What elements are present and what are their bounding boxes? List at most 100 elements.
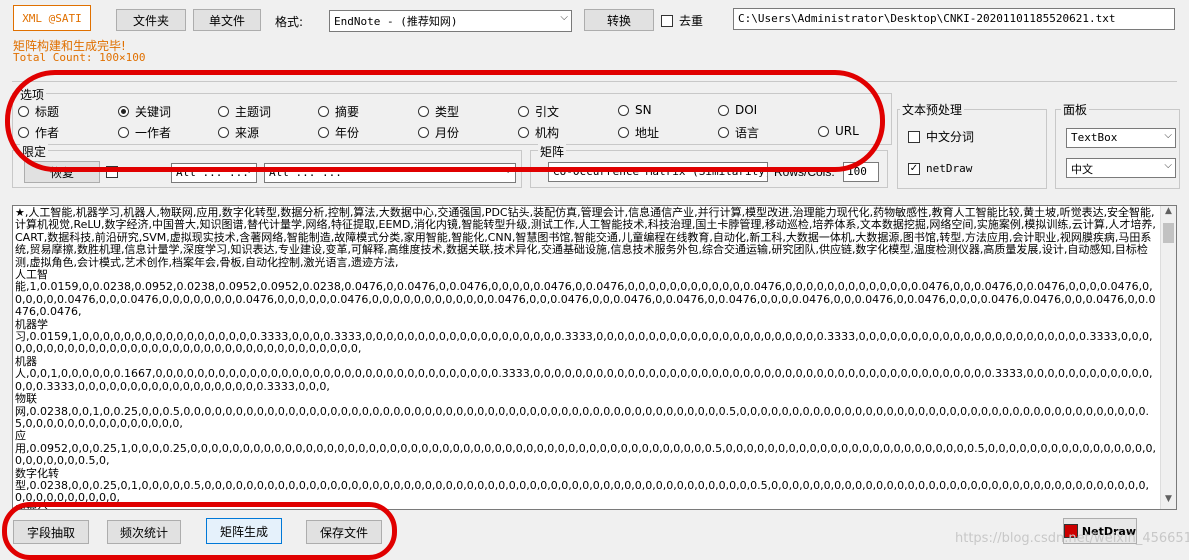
radio-circle-icon	[218, 106, 229, 117]
radio-opt-row2-6[interactable]: 地址	[618, 124, 659, 141]
radio-opt-row2-2[interactable]: 来源	[218, 124, 259, 141]
divider	[12, 81, 1177, 82]
radio-label: 地址	[635, 126, 660, 140]
radio-opt-row2-7[interactable]: 语言	[718, 124, 759, 141]
limit-checkbox[interactable]	[106, 166, 118, 178]
dedupe-checkbox[interactable]: 去重	[661, 12, 703, 29]
scroll-up-icon[interactable]: ▲	[1161, 206, 1176, 221]
radio-circle-icon	[118, 106, 129, 117]
radio-circle-icon	[818, 125, 829, 137]
radio-circle-icon	[318, 127, 329, 138]
options-legend: 选项	[18, 86, 47, 103]
vertical-scrollbar[interactable]: ▲ ▼	[1160, 206, 1176, 509]
radio-opt-row2-4[interactable]: 月份	[418, 124, 459, 141]
radio-opt-row2-5[interactable]: 机构	[518, 124, 559, 141]
radio-opt-row1-6[interactable]: SN	[618, 103, 652, 117]
radio-label: 一作者	[135, 126, 172, 140]
radio-circle-icon	[718, 127, 729, 138]
restore-button[interactable]: 恢复	[24, 161, 100, 183]
brand-button[interactable]: XML @SATI	[13, 5, 91, 31]
format-select[interactable]: EndNote - (推荐知网) ⌵	[329, 10, 572, 32]
limit-select-2-value: All ... ...	[269, 166, 342, 179]
radio-label: 作者	[35, 126, 60, 140]
chevron-down-icon: ⌵	[756, 164, 764, 175]
field-extract-button[interactable]: 字段抽取	[13, 520, 89, 544]
freq-stats-button[interactable]: 频次统计	[107, 520, 181, 544]
scroll-down-icon[interactable]: ▼	[1161, 494, 1176, 509]
convert-button[interactable]: 转换	[584, 9, 654, 31]
chevron-down-icon: ⌵	[504, 165, 512, 176]
limit-select-2[interactable]: All ... ... ⌵	[264, 163, 516, 183]
radio-opt-row1-7[interactable]: DOI	[718, 103, 757, 117]
radio-opt-row1-3[interactable]: 摘要	[318, 103, 359, 120]
panel-lang-select[interactable]: 中文 ⌵	[1066, 158, 1176, 178]
radio-label: 标题	[35, 105, 60, 119]
limit-select-1[interactable]: All ... ... ⌵	[171, 163, 257, 183]
radio-label: 月份	[435, 126, 460, 140]
radio-opt-row2-0[interactable]: 作者	[18, 124, 59, 141]
radio-label: 年份	[335, 126, 360, 140]
radio-circle-icon	[518, 127, 529, 138]
radio-opt-row1-1[interactable]: 关键词	[118, 103, 171, 120]
radio-label: 类型	[435, 105, 460, 119]
format-label: 格式:	[275, 15, 304, 29]
matrix-type-value: Co-Occurrence Matrix (Similarity)	[553, 165, 768, 178]
output-textbox[interactable]: ★,人工智能,机器学习,机器人,物联网,应用,数字化转型,数据分析,控制,算法,…	[12, 205, 1177, 510]
radio-label: 关键词	[135, 105, 172, 119]
panel-legend: 面板	[1061, 101, 1090, 118]
radio-opt-row1-2[interactable]: 主题词	[218, 103, 271, 120]
radio-label: 机构	[535, 126, 560, 140]
zh-seg-checkbox[interactable]: 中文分词	[908, 128, 974, 145]
radio-label: DOI	[735, 103, 758, 117]
checkbox-icon: ✓	[908, 162, 920, 175]
radio-opt-row1-0[interactable]: 标题	[18, 103, 59, 120]
radio-label: 主题词	[235, 105, 272, 119]
output-text: ★,人工智能,机器学习,机器人,物联网,应用,数字化转型,数据分析,控制,算法,…	[15, 206, 1156, 509]
radio-opt-row1-5[interactable]: 引文	[518, 103, 559, 120]
dedupe-label: 去重	[679, 14, 704, 28]
radio-circle-icon	[218, 127, 229, 138]
radio-circle-icon	[418, 106, 429, 117]
panel-type-value: TextBox	[1071, 131, 1118, 144]
panel-type-select[interactable]: TextBox ⌵	[1066, 128, 1176, 148]
radio-circle-icon	[18, 106, 29, 117]
status-count: Total Count: 100×100	[13, 51, 146, 64]
radio-opt-row1-4[interactable]: 类型	[418, 103, 459, 120]
radio-label: 摘要	[335, 105, 360, 119]
chevron-down-icon: ⌵	[245, 165, 253, 176]
radio-opt-row2-3[interactable]: 年份	[318, 124, 359, 141]
radio-label: URL	[835, 124, 859, 138]
netdraw-checkbox[interactable]: ✓ netDraw	[908, 162, 972, 175]
file-path-field[interactable]: C:\Users\Administrator\Desktop\CNKI-2020…	[733, 8, 1175, 30]
format-select-value: EndNote - (推荐知网)	[334, 15, 458, 28]
radio-opt-row2-1[interactable]: 一作者	[118, 124, 171, 141]
text-preprocess-group	[897, 109, 1047, 189]
radio-circle-icon	[118, 127, 129, 138]
rows-cols-input[interactable]: 100	[843, 162, 879, 182]
panel-lang-value: 中文	[1071, 163, 1093, 176]
matrix-legend: 矩阵	[538, 143, 567, 160]
radio-circle-icon	[418, 127, 429, 138]
checkbox-icon	[908, 130, 920, 143]
radio-circle-icon	[318, 106, 329, 117]
radio-label: SN	[635, 103, 652, 117]
radio-label: 来源	[235, 126, 260, 140]
scroll-thumb[interactable]	[1163, 223, 1174, 243]
chevron-down-icon: ⌵	[1164, 130, 1172, 141]
matrix-gen-button[interactable]: 矩阵生成	[206, 518, 282, 544]
limit-select-1-value: All ... ...	[176, 166, 249, 179]
limit-legend: 限定	[20, 143, 49, 160]
rows-cols-label: Rows/Cols:	[774, 165, 835, 179]
chevron-down-icon: ⌵	[1164, 160, 1172, 171]
watermark: https://blog.csdn.net/weixin_45665135	[955, 531, 1189, 546]
matrix-type-select[interactable]: Co-Occurrence Matrix (Similarity) ⌵	[548, 162, 768, 182]
radio-circle-icon	[618, 127, 629, 138]
radio-circle-icon	[618, 104, 629, 116]
save-file-button[interactable]: 保存文件	[306, 520, 382, 544]
folder-button[interactable]: 文件夹	[116, 9, 186, 31]
single-file-button[interactable]: 单文件	[193, 9, 261, 31]
checkbox-icon	[661, 14, 673, 27]
radio-opt-row2-8[interactable]: URL	[818, 124, 859, 138]
radio-circle-icon	[518, 106, 529, 117]
checkbox-icon	[106, 166, 118, 178]
